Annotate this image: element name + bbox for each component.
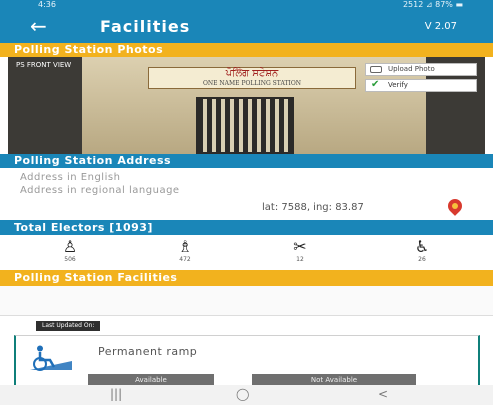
lat-lng-readout: lat: 7588, ing: 83.87 xyxy=(262,202,364,213)
sign-subtext: ONE NAME POLLING STATION xyxy=(202,80,302,87)
recent-apps-button[interactable]: ||| xyxy=(110,387,122,401)
photo-caption: PS FRONT VIEW xyxy=(16,61,72,69)
polling-station-photo[interactable]: ਪੋਲਿੰਗ ਸਟੇਸ਼ਨ ONE NAME POLLING STATION P… xyxy=(8,57,485,154)
third-gender-count: 12 xyxy=(296,256,304,263)
check-icon: ✔ xyxy=(371,79,380,90)
third-gender-icon: ✂ xyxy=(293,237,307,256)
status-indicators: 2512 ⊿ 87% ▬ xyxy=(402,0,463,9)
last-updated-badge: Last Updated On: xyxy=(36,321,101,331)
photos-section-header: Polling Station Photos xyxy=(0,43,493,57)
male-voters: ♙ 506 xyxy=(40,237,100,264)
pwd-voter-count: 26 xyxy=(418,256,426,263)
sign-text: ਪੋਲਿੰਗ ਸਟੇਸ਼ਨ xyxy=(225,68,279,79)
wheelchair-icon: ♿ xyxy=(414,237,430,256)
map-pin-icon[interactable] xyxy=(445,196,465,216)
address-regional: Address in regional language xyxy=(20,185,180,196)
status-time: 4:36 xyxy=(38,0,56,9)
version-label: V 2.07 xyxy=(424,21,457,32)
third-gender-voters: ✂ 12 xyxy=(270,237,330,264)
total-electors-header: Total Electors [1093] xyxy=(0,220,493,235)
camera-icon xyxy=(370,66,382,73)
facilities-area xyxy=(0,286,493,316)
app-bar: ← Facilities V 2.07 xyxy=(0,10,493,43)
system-nav-bar: ||| ◯ < xyxy=(0,385,493,405)
photo-signboard: ਪੋਲਿੰਗ ਸਟੇਸ਼ਨ ONE NAME POLLING STATION xyxy=(148,67,356,89)
facility-label: Permanent ramp xyxy=(98,345,198,358)
back-arrow-icon[interactable]: ← xyxy=(30,14,47,38)
upload-photo-label: Upload Photo xyxy=(388,65,435,73)
verify-button[interactable]: ✔ Verify xyxy=(365,79,477,92)
female-voters: ♗ 472 xyxy=(155,237,215,264)
address-english: Address in English xyxy=(20,172,121,183)
upload-photo-button[interactable]: Upload Photo xyxy=(365,63,477,76)
female-voter-count: 472 xyxy=(179,256,191,263)
wheelchair-ramp-icon xyxy=(30,345,72,371)
page-title: Facilities xyxy=(100,17,191,36)
male-voter-icon: ♙ xyxy=(62,237,78,256)
status-bar: 4:36 2512 ⊿ 87% ▬ xyxy=(0,0,493,10)
home-button[interactable]: ◯ xyxy=(236,387,249,401)
facility-card-permanent-ramp: Permanent ramp Available Not Available xyxy=(14,335,480,386)
nav-back-button[interactable]: < xyxy=(378,387,388,401)
pwd-voters: ♿ 26 xyxy=(392,237,452,264)
photo-door xyxy=(196,97,294,154)
verify-label: Verify xyxy=(388,81,408,89)
facilities-section-header: Polling Station Facilities xyxy=(0,270,493,286)
female-voter-icon: ♗ xyxy=(177,237,193,256)
address-section-header: Polling Station Address xyxy=(0,154,493,168)
male-voter-count: 506 xyxy=(64,256,76,263)
